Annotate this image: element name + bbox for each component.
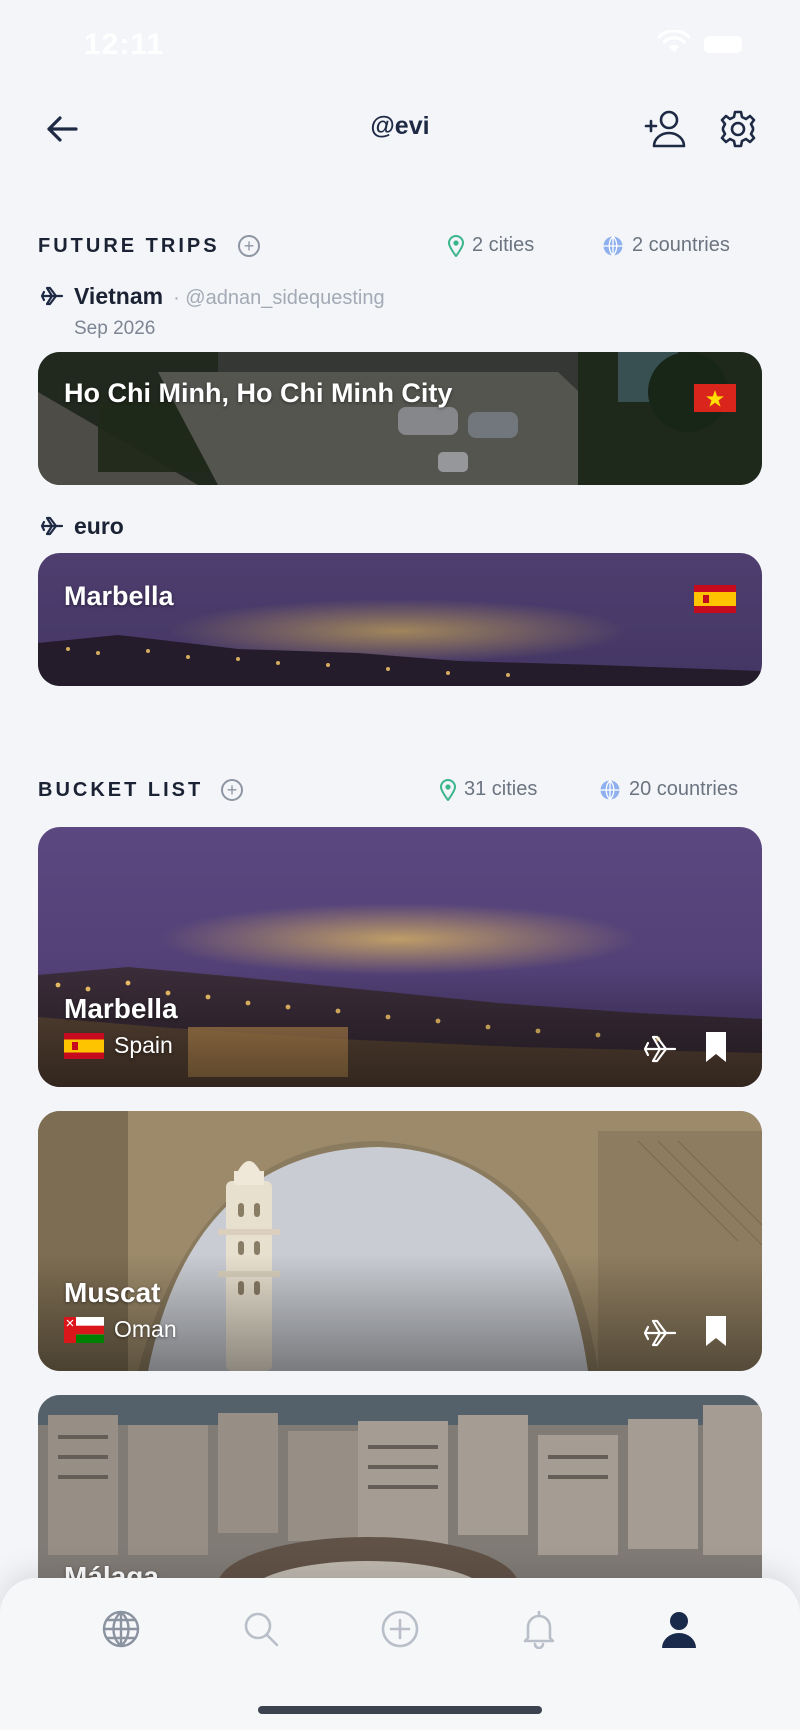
spain-flag: [64, 1032, 104, 1059]
card-city: Marbella: [64, 993, 178, 1024]
card-country-row: Spain: [64, 1032, 173, 1059]
search-icon: [244, 1612, 279, 1647]
card-title: Marbella: [64, 581, 174, 611]
tab-notifications[interactable]: [504, 1594, 574, 1664]
city-photo: [38, 553, 762, 686]
cities-count: 31 cities: [464, 778, 538, 800]
map-pin-icon: [448, 234, 464, 257]
spain-flag: [694, 585, 736, 613]
trip-date: Sep 2026: [74, 318, 156, 339]
plan-trip-button[interactable]: [638, 1027, 682, 1071]
countries-count: 2 countries: [632, 234, 730, 256]
future-trips-title: FUTURE TRIPS: [38, 235, 220, 257]
plan-trip-button[interactable]: [638, 1311, 682, 1355]
trip-header-vietnam[interactable]: Vietnam · @adnan_sidequesting: [74, 283, 385, 310]
bookmark-button[interactable]: [694, 1025, 738, 1069]
bookmark-icon: [706, 1316, 726, 1346]
countries-count: 20 countries: [629, 778, 738, 800]
add-user-icon: [644, 110, 686, 148]
future-trips-countries: 2 countries: [602, 234, 730, 257]
add-bucket-list-button[interactable]: +: [221, 779, 243, 801]
card-country-row: Oman: [64, 1316, 177, 1343]
bucket-list-cities: 31 cities: [440, 778, 537, 801]
trip-name[interactable]: euro: [74, 513, 124, 540]
add-future-trip-button[interactable]: +: [238, 235, 260, 257]
add-friend-button[interactable]: [638, 101, 694, 157]
card-city: Muscat: [64, 1277, 161, 1308]
gear-icon: [720, 110, 756, 148]
plane-icon: [643, 1319, 677, 1347]
card-title: Ho Chi Minh, Ho Chi Minh City: [64, 378, 453, 408]
tab-search[interactable]: [226, 1594, 296, 1664]
plane-icon: [40, 286, 64, 306]
bookmark-icon: [706, 1032, 726, 1062]
future-trips-cities: 2 cities: [448, 234, 534, 257]
home-indicator: [258, 1706, 542, 1714]
plane-icon: [40, 516, 64, 536]
bucket-list-title: BUCKET LIST: [38, 779, 204, 801]
oman-flag: [64, 1316, 104, 1343]
add-icon: [381, 1610, 419, 1648]
card-country: Spain: [114, 1032, 173, 1058]
bell-icon: [523, 1610, 555, 1649]
trip-user: · @adnan_sidequesting: [173, 287, 385, 309]
globe-icon: [102, 1610, 140, 1648]
bucket-list-countries: 20 countries: [599, 778, 738, 801]
trip-card-marbella[interactable]: Marbella: [38, 553, 762, 686]
tab-profile[interactable]: [644, 1594, 714, 1664]
globe-icon: [603, 235, 623, 256]
bucket-card-muscat[interactable]: Muscat Oman: [38, 1111, 762, 1371]
bookmark-button[interactable]: [694, 1309, 738, 1353]
profile-icon: [662, 1612, 696, 1648]
settings-button[interactable]: [710, 101, 766, 157]
wifi-icon: [657, 29, 691, 59]
globe-icon: [600, 779, 620, 800]
plane-icon: [643, 1035, 677, 1063]
status-time: 12:11: [84, 28, 165, 61]
tab-add[interactable]: [365, 1594, 435, 1664]
vietnam-flag: [694, 384, 736, 412]
battery-icon: [704, 36, 742, 53]
city-photo: [38, 352, 762, 485]
map-pin-icon: [440, 778, 456, 801]
bucket-card-marbella[interactable]: Marbella Spain: [38, 827, 762, 1087]
trip-card-ho-chi-minh[interactable]: Ho Chi Minh, Ho Chi Minh City: [38, 352, 762, 485]
card-country: Oman: [114, 1316, 177, 1342]
tab-explore[interactable]: [86, 1594, 156, 1664]
cities-count: 2 cities: [472, 234, 535, 256]
trip-name: Vietnam: [74, 283, 164, 309]
